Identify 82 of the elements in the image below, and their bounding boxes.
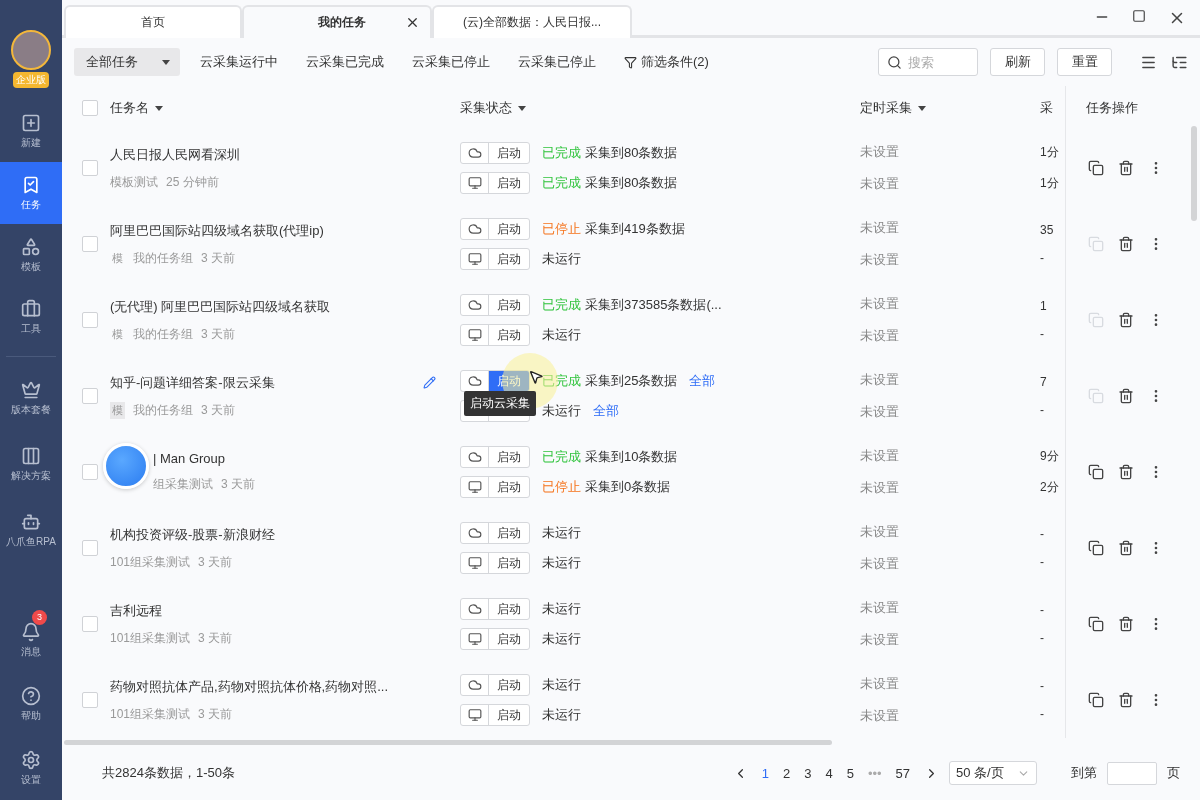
template-tag: 模: [110, 401, 125, 419]
status-text: 已停止: [542, 478, 581, 496]
status-text: 未运行: [542, 524, 581, 542]
schedule-text: 未设置: [860, 219, 900, 237]
schedule-text: 未设置: [860, 295, 900, 313]
status-text: 未运行: [542, 600, 581, 618]
table-cell-text: -: [1040, 403, 1045, 417]
table-cell-text: 35: [1040, 223, 1055, 237]
status-text: 已完成: [542, 296, 581, 314]
task-group: 模板测试: [110, 173, 158, 191]
status-text: 未运行: [542, 676, 581, 694]
table-cell-text: -: [1040, 251, 1045, 265]
status-text: 已完成: [542, 144, 581, 162]
task-time: 3 天前: [198, 553, 233, 571]
table-cell-text: 1分: [1040, 175, 1060, 192]
schedule-text: 未设置: [860, 143, 900, 161]
status-text: 已完成: [542, 174, 581, 192]
status-detail: 采集到80条数据: [585, 174, 678, 192]
status-text: 未运行: [542, 630, 581, 648]
task-time: 3 天前: [201, 325, 235, 343]
record-summary: 共2824条数据，1-50条: [102, 764, 235, 782]
task-group: 我的任务组: [133, 249, 193, 267]
status-text: 未运行: [542, 250, 581, 268]
task-time: 25 分钟前: [166, 173, 219, 191]
task-group: 101组采集测试: [110, 629, 191, 647]
template-tag: 模: [110, 249, 125, 267]
status-detail: 采集到373585条数据(...: [585, 296, 722, 314]
schedule-text: 未设置: [860, 447, 900, 465]
task-group: 组采集测试: [153, 476, 213, 493]
page-suffix: 页: [1167, 764, 1180, 782]
schedule-text: 未设置: [860, 523, 900, 541]
task-time: 3 天前: [198, 705, 233, 723]
status-text: 已完成: [542, 448, 581, 466]
schedule-text: 未设置: [860, 631, 900, 649]
count-badge: 3: [32, 610, 47, 625]
task-group: 101组采集测试: [110, 705, 191, 723]
schedule-text: 未设置: [860, 479, 900, 497]
task-time: 3 天前: [221, 476, 255, 493]
table-cell-text: 1分: [1040, 144, 1060, 161]
column-header: 任务操作: [1086, 99, 1138, 117]
status-detail: 采集到80条数据: [585, 144, 678, 162]
task-group: 我的任务组: [133, 401, 193, 419]
table-cell-text: -: [1040, 679, 1045, 693]
schedule-text: 未设置: [860, 251, 900, 269]
schedule-text: 未设置: [860, 675, 900, 693]
status-detail: 采集到419条数据: [585, 220, 685, 238]
schedule-text: 未设置: [860, 707, 900, 725]
table-cell-text: -: [1040, 327, 1045, 341]
status-detail: 采集到0条数据: [585, 478, 671, 496]
schedule-text: 未设置: [860, 327, 900, 345]
status-detail: 采集到25条数据: [585, 372, 678, 390]
column-header: 采: [1040, 99, 1054, 117]
status-detail: 采集到10条数据: [585, 448, 678, 466]
table-cell-text: -: [1040, 603, 1045, 617]
task-time: 3 天前: [201, 249, 235, 267]
status-text: 已完成: [542, 372, 581, 390]
task-time: 3 天前: [198, 629, 233, 647]
edition-badge: 企业版: [13, 72, 49, 88]
status-text: 未运行: [542, 326, 581, 344]
schedule-text: 未设置: [860, 555, 900, 573]
table-cell-text: -: [1040, 555, 1045, 569]
task-group: 我的任务组: [133, 325, 193, 343]
table-cell-text: 2分: [1040, 479, 1060, 496]
status-text: 未运行: [542, 706, 581, 724]
status-text: 未运行: [542, 402, 581, 420]
table-cell-text: 9分: [1040, 448, 1060, 465]
schedule-text: 未设置: [860, 403, 900, 421]
schedule-text: 未设置: [860, 371, 900, 389]
table-cell-text: 1: [1040, 299, 1048, 313]
table-cell-text: -: [1040, 527, 1045, 541]
table-cell-text: 7: [1040, 375, 1048, 389]
status-text: 已停止: [542, 220, 581, 238]
status-text: 未运行: [542, 554, 581, 572]
tooltip: 启动云采集: [464, 391, 536, 416]
jump-label: 到第: [1071, 764, 1097, 782]
template-tag: 模: [110, 325, 125, 343]
schedule-text: 未设置: [860, 599, 900, 617]
table-cell-text: -: [1040, 631, 1045, 645]
task-time: 3 天前: [201, 401, 235, 419]
table-cell-text: -: [1040, 707, 1045, 721]
task-group: 101组采集测试: [110, 553, 191, 571]
schedule-text: 未设置: [860, 175, 900, 193]
